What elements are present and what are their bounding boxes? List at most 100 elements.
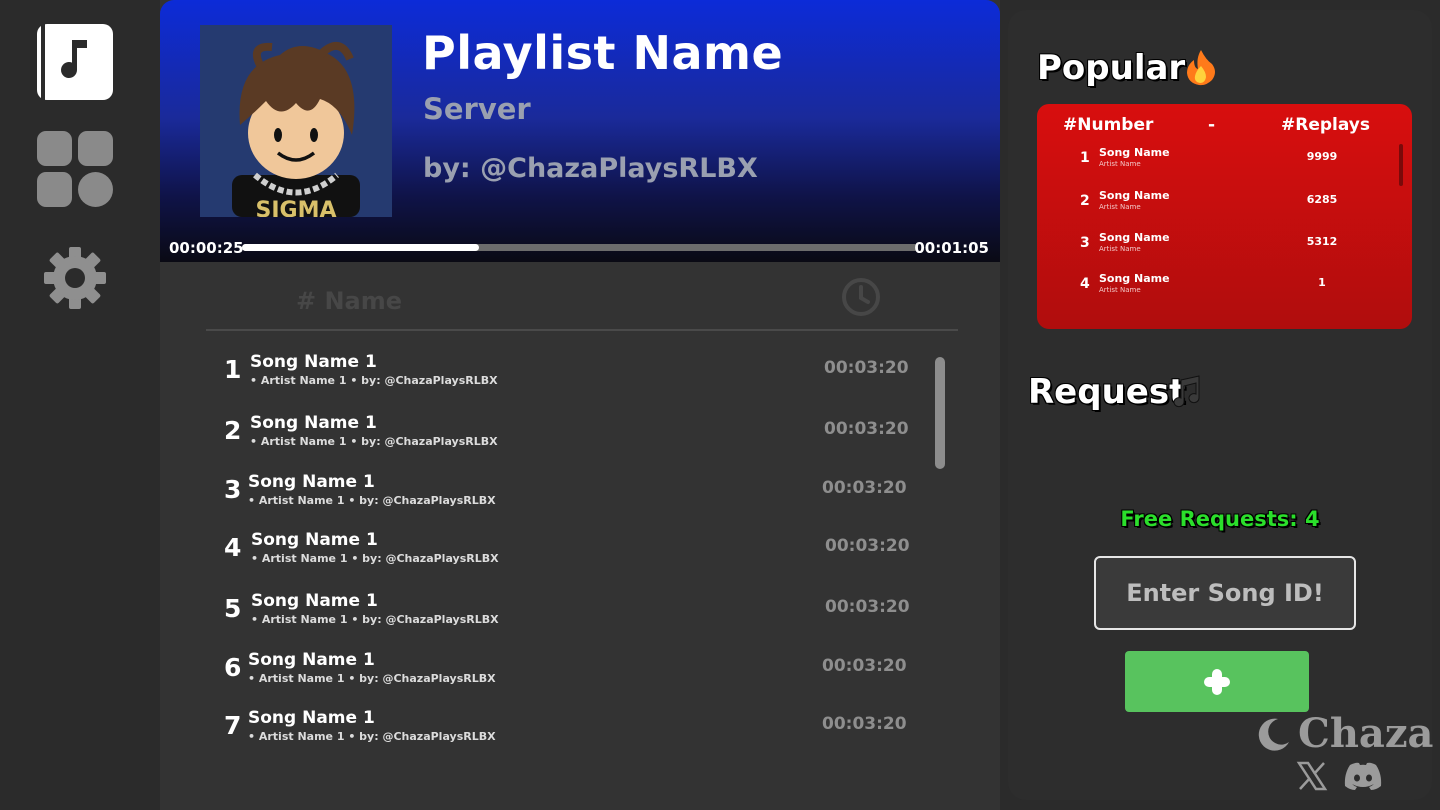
playlist-panel: SIGMA Playlist Name Server by: @ChazaPla… xyxy=(160,0,1000,810)
song-subtitle: • Artist Name 1 • by: @ChazaPlaysRLBX xyxy=(248,730,496,743)
settings-button[interactable] xyxy=(37,240,113,316)
popular-row[interactable]: 2 Song Name Artist Name 6285 xyxy=(1037,185,1412,225)
music-notes-icon xyxy=(1173,375,1200,408)
song-title: Song Name 1 xyxy=(248,650,375,670)
playlist-subtitle: Server xyxy=(423,92,531,126)
name-column-label: # Name xyxy=(296,287,403,315)
popular-replays: 5312 xyxy=(1306,235,1338,248)
popular-board: #Number - #Replays 1 Song Name Artist Name… xyxy=(1037,104,1412,329)
popular-header-replays: #Replays xyxy=(1281,115,1371,135)
popular-song: Song Name xyxy=(1099,146,1170,159)
song-row[interactable]: 3 Song Name 1 • Artist Name 1 • by: @Chaza… xyxy=(160,460,1000,518)
song-subtitle: • Artist Name 1 • by: @ChazaPlaysRLBX xyxy=(250,374,498,387)
playlist-author: by: @ChazaPlaysRLBX xyxy=(423,153,758,184)
current-time: 00:00:25 xyxy=(169,239,244,257)
song-title: Song Name 1 xyxy=(250,413,377,433)
request-title: Request xyxy=(1028,372,1186,412)
brand-name: Chaza xyxy=(1298,710,1434,757)
song-subtitle: • Artist Name 1 • by: @ChazaPlaysRLBX xyxy=(248,494,496,507)
song-number: 6 xyxy=(224,653,242,682)
song-subtitle: • Artist Name 1 • by: @ChazaPlaysRLBX xyxy=(250,435,498,448)
song-id-input[interactable] xyxy=(1094,556,1356,630)
popular-artist: Artist Name xyxy=(1099,160,1141,168)
song-row[interactable]: 1 Song Name 1 • Artist Name 1 • by: @Chaza… xyxy=(160,340,1000,398)
discord-icon[interactable] xyxy=(1342,760,1384,792)
popular-rank: 4 xyxy=(1080,276,1090,292)
avatar-image: SIGMA xyxy=(200,25,392,217)
fire-icon xyxy=(1187,50,1215,86)
song-number: 2 xyxy=(224,416,242,445)
plus-icon xyxy=(1204,668,1230,695)
popular-header-number: #Number xyxy=(1063,115,1154,135)
side-panel: Popular #Number - #Replays 1 Song Name Art… xyxy=(1008,10,1433,800)
popular-song: Song Name xyxy=(1099,272,1170,285)
song-duration: 00:03:20 xyxy=(824,419,909,439)
song-number: 1 xyxy=(224,355,242,384)
song-duration: 00:03:20 xyxy=(822,656,907,676)
grid-cell xyxy=(37,172,72,207)
song-row[interactable]: 5 Song Name 1 • Artist Name 1 • by: @Chaza… xyxy=(160,579,1000,637)
branding: Chaza xyxy=(1256,710,1433,757)
nav-rail xyxy=(0,0,150,810)
svg-text:SIGMA: SIGMA xyxy=(255,198,336,217)
apps-grid-button[interactable] xyxy=(37,131,113,207)
popular-scrollbar[interactable] xyxy=(1399,144,1403,186)
popular-artist: Artist Name xyxy=(1099,245,1141,253)
song-duration: 00:03:20 xyxy=(822,714,907,734)
add-song-button[interactable] xyxy=(1125,651,1309,712)
grid-cell xyxy=(37,131,72,166)
song-title: Song Name 1 xyxy=(251,530,378,550)
popular-artist: Artist Name xyxy=(1099,203,1141,211)
popular-song: Song Name xyxy=(1099,189,1170,202)
progress-fill xyxy=(242,244,479,251)
grid-cell xyxy=(78,131,113,166)
popular-song: Song Name xyxy=(1099,231,1170,244)
song-title: Song Name 1 xyxy=(248,708,375,728)
playlist-title: Playlist Name xyxy=(422,26,784,80)
song-duration: 00:03:20 xyxy=(822,478,907,498)
song-row[interactable]: 2 Song Name 1 • Artist Name 1 • by: @Chaza… xyxy=(160,401,1000,459)
song-duration: 00:03:20 xyxy=(825,536,910,556)
popular-artist: Artist Name xyxy=(1099,286,1141,294)
clock-icon xyxy=(842,278,880,316)
song-list-scrollbar[interactable] xyxy=(935,357,945,469)
song-subtitle: • Artist Name 1 • by: @ChazaPlaysRLBX xyxy=(251,552,499,565)
song-number: 7 xyxy=(224,711,242,740)
song-duration: 00:03:20 xyxy=(825,597,910,617)
now-playing-header: SIGMA Playlist Name Server by: @ChazaPla… xyxy=(160,0,1000,262)
popular-header-dash: - xyxy=(1208,115,1216,135)
total-time: 00:01:05 xyxy=(914,239,989,257)
song-subtitle: • Artist Name 1 • by: @ChazaPlaysRLBX xyxy=(251,613,499,626)
header-divider xyxy=(206,329,958,331)
song-duration: 00:03:20 xyxy=(824,358,909,378)
popular-replays: 1 xyxy=(1318,276,1326,289)
progress-bar[interactable] xyxy=(242,244,918,251)
popular-rank: 1 xyxy=(1080,150,1090,166)
popular-rank: 2 xyxy=(1080,193,1090,209)
x-logo-icon[interactable] xyxy=(1296,760,1328,792)
song-subtitle: • Artist Name 1 • by: @ChazaPlaysRLBX xyxy=(248,672,496,685)
popular-replays: 9999 xyxy=(1306,150,1338,163)
popular-replays: 6285 xyxy=(1306,193,1338,206)
popular-title: Popular xyxy=(1037,48,1186,88)
song-number: 5 xyxy=(224,594,242,623)
song-row[interactable]: 4 Song Name 1 • Artist Name 1 • by: @Chaza… xyxy=(160,518,1000,576)
popular-row[interactable]: 1 Song Name Artist Name 9999 xyxy=(1037,142,1412,182)
song-number: 4 xyxy=(224,533,242,562)
grid-icon xyxy=(37,131,113,207)
popular-row[interactable]: 3 Song Name Artist Name 5312 xyxy=(1037,227,1412,267)
gear-icon xyxy=(44,247,106,309)
song-row[interactable]: 6 Song Name 1 • Artist Name 1 • by: @Chaza… xyxy=(160,638,1000,696)
music-library-button[interactable] xyxy=(37,24,113,100)
song-title: Song Name 1 xyxy=(251,591,378,611)
song-number: 3 xyxy=(224,475,242,504)
song-row[interactable]: 7 Song Name 1 • Artist Name 1 • by: @Chaza… xyxy=(160,696,1000,754)
book-spine xyxy=(41,24,45,100)
song-title: Song Name 1 xyxy=(250,352,377,372)
grid-cell-round xyxy=(78,172,113,207)
music-note-icon xyxy=(61,40,87,79)
crescent-moon-icon xyxy=(1258,718,1289,751)
social-links xyxy=(1296,760,1384,792)
popular-row[interactable]: 4 Song Name Artist Name 1 xyxy=(1037,268,1412,308)
popular-rank: 3 xyxy=(1080,235,1090,251)
